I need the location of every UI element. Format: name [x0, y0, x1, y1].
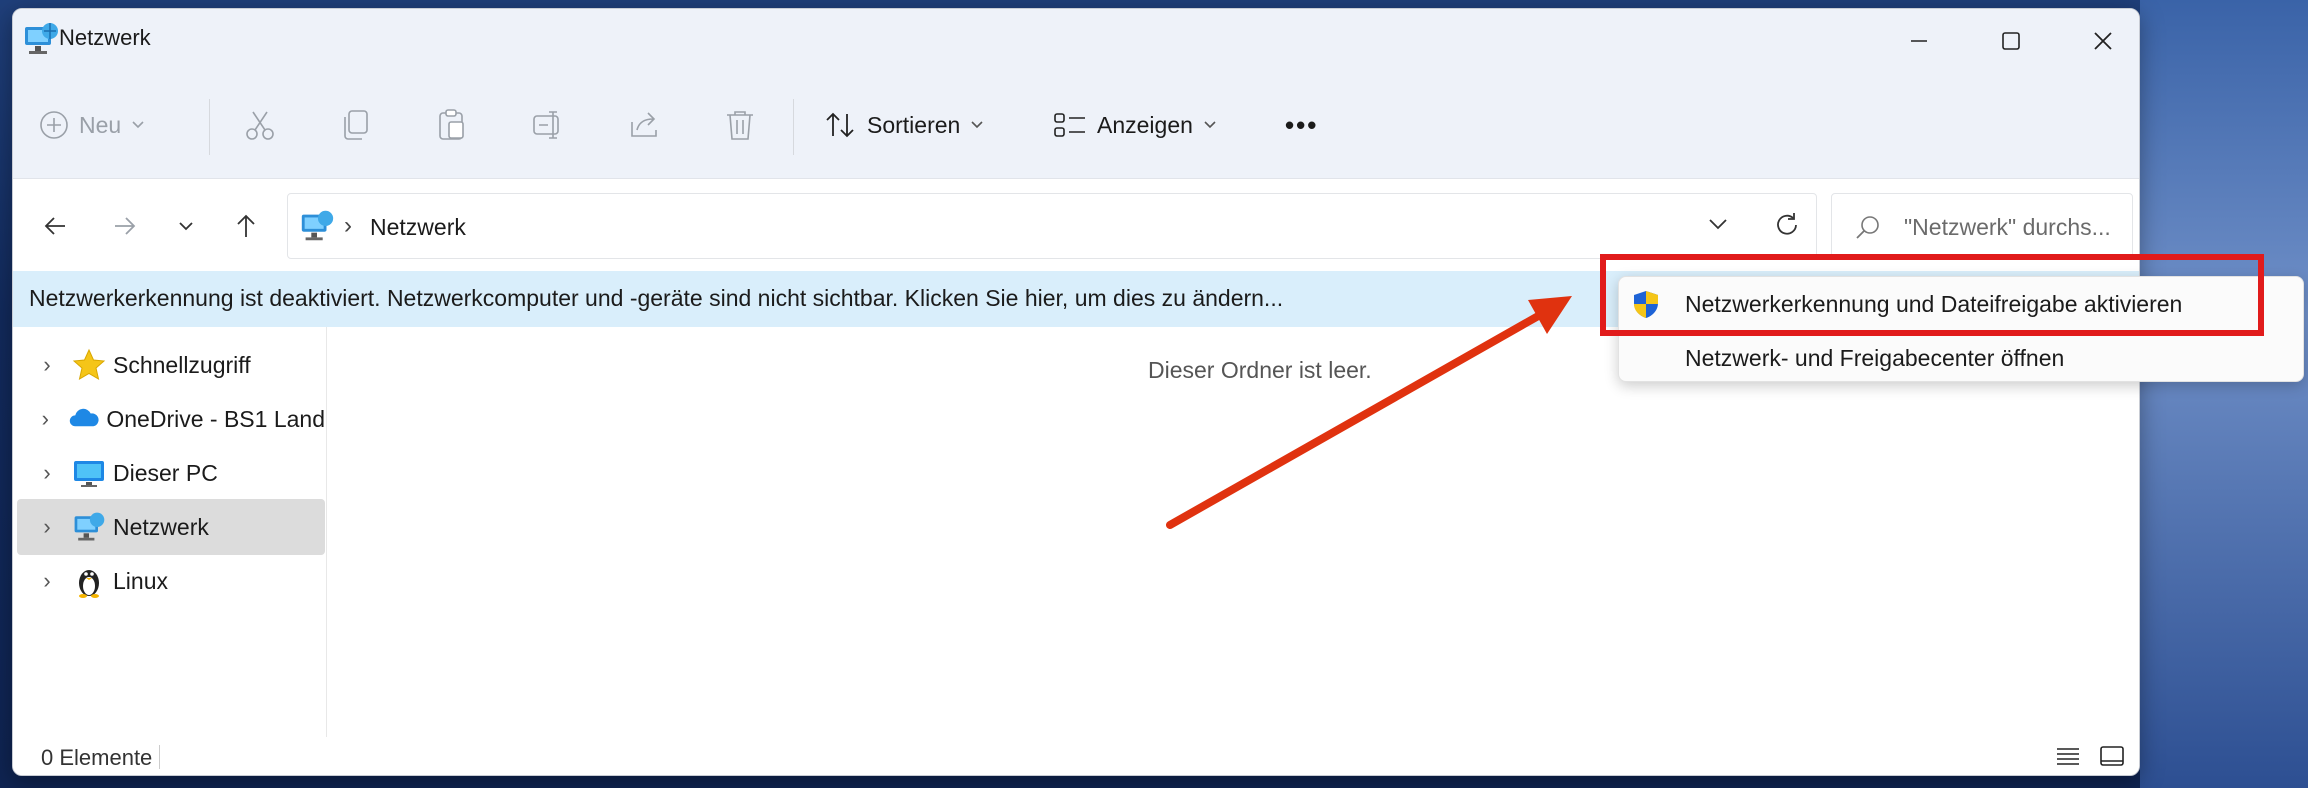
network-icon [25, 23, 58, 54]
sidebar-item-linux[interactable]: › Linux [17, 553, 325, 609]
copy-icon [344, 110, 368, 140]
expand-chevron-icon[interactable]: › [29, 568, 65, 594]
up-button[interactable] [223, 203, 269, 249]
sidebar-item-label: Schnellzugriff [113, 351, 251, 378]
large-icons-view-icon[interactable] [2097, 743, 2127, 771]
minimize-icon [1911, 40, 1927, 42]
plus-circle-icon [40, 111, 68, 139]
navigation-pane: › Schnellzugriff › OneDrive - BS1 Land ›… [13, 327, 327, 737]
arrow-right-icon [115, 217, 136, 235]
sidebar-item-this-pc[interactable]: › Dieser PC [17, 445, 325, 501]
view-layout-icon [1054, 113, 1085, 137]
open-network-sharing-center-menu-item[interactable]: Netzwerk- und Freigabecenter öffnen [1619, 331, 2303, 383]
trash-icon [727, 111, 753, 140]
sidebar-item-label: Netzwerk [113, 513, 209, 540]
copy-button[interactable] [339, 101, 373, 149]
chevron-down-icon [179, 222, 193, 231]
recent-locations-button[interactable] [163, 203, 209, 249]
toolbar-divider [209, 99, 210, 155]
sort-button-label: Sortieren [867, 111, 961, 138]
expand-chevron-icon[interactable]: › [29, 460, 65, 486]
chevron-down-icon [971, 121, 983, 129]
more-options-button[interactable]: ••• [1285, 101, 1318, 149]
network-icon [74, 512, 105, 541]
title-bar: Netzwerk [13, 9, 2139, 73]
share-icon [631, 112, 657, 137]
chevron-down-icon [132, 121, 144, 129]
chevron-down-icon [1204, 121, 1216, 129]
breadcrumb-item[interactable]: Netzwerk [370, 214, 466, 241]
sidebar-item-label: Linux [113, 567, 168, 594]
breadcrumb-separator: › [344, 212, 352, 239]
address-bar[interactable]: › Netzwerk [287, 193, 1817, 259]
search-input[interactable]: "Netzwerk" durchs... [1831, 193, 2133, 259]
sidebar-item-quick-access[interactable]: › Schnellzugriff [17, 337, 325, 393]
toolbar-divider [793, 99, 794, 155]
infobar-text: Netzwerkerkennung ist deaktiviert. Netzw… [29, 285, 1284, 311]
search-icon [1856, 216, 1879, 239]
clipboard-icon [439, 109, 464, 140]
command-bar: Neu Sortieren Anzeigen ••• [13, 73, 2139, 179]
menu-item-label: Netzwerk- und Freigabecenter öffnen [1685, 345, 2065, 371]
file-explorer-window: Netzwerk Neu Sortieren Anzeigen ••• › Ne… [12, 8, 2140, 776]
scissors-icon [246, 111, 274, 140]
sort-icon [826, 112, 854, 138]
sidebar-item-label: Dieser PC [113, 459, 218, 486]
forward-button[interactable] [101, 203, 147, 249]
network-icon [301, 210, 334, 241]
new-button-label: Neu [79, 111, 122, 138]
expand-chevron-icon[interactable]: › [29, 406, 62, 432]
minimize-button[interactable] [1873, 9, 1965, 73]
details-view-icon[interactable] [2053, 743, 2083, 771]
refresh-icon[interactable] [1772, 210, 1802, 240]
maximize-icon [2002, 32, 2020, 50]
penguin-icon [79, 570, 99, 598]
view-button-label: Anzeigen [1097, 111, 1193, 138]
status-bar: 0 Elemente [13, 737, 2139, 775]
cloud-icon [69, 408, 99, 427]
back-button[interactable] [33, 203, 79, 249]
chevron-down-icon[interactable] [1706, 212, 1730, 236]
cut-button[interactable] [243, 101, 277, 149]
close-button[interactable] [2057, 9, 2139, 73]
share-button[interactable] [627, 101, 661, 149]
view-button[interactable]: Anzeigen [1053, 101, 1217, 149]
maximize-button[interactable] [1965, 9, 2057, 73]
empty-folder-message: Dieser Ordner ist leer. [1148, 357, 1372, 383]
sidebar-item-label: OneDrive - BS1 Land [106, 405, 325, 432]
rename-icon [533, 111, 559, 139]
close-icon [2094, 32, 2112, 50]
more-options-icon: ••• [1285, 109, 1319, 140]
status-divider [159, 745, 160, 769]
sidebar-item-network[interactable]: › Netzwerk [17, 499, 325, 555]
file-list-area[interactable]: Dieser Ordner ist leer. [328, 327, 2139, 737]
paste-button[interactable] [435, 101, 469, 149]
desktop-background [2140, 0, 2308, 788]
delete-button[interactable] [723, 101, 757, 149]
expand-chevron-icon[interactable]: › [29, 514, 65, 540]
rename-button[interactable] [531, 101, 565, 149]
window-title: Netzwerk [59, 25, 151, 50]
expand-chevron-icon[interactable]: › [29, 352, 65, 378]
item-count: 0 Elemente [41, 745, 153, 770]
monitor-icon [74, 461, 104, 487]
highlight-annotation-box [1600, 254, 2264, 336]
sort-button[interactable]: Sortieren [825, 101, 984, 149]
search-placeholder: "Netzwerk" durchs... [1904, 214, 2111, 240]
sidebar-item-onedrive[interactable]: › OneDrive - BS1 Land [17, 391, 325, 447]
star-icon [72, 348, 106, 381]
arrow-left-icon [44, 217, 65, 235]
arrow-up-icon [237, 214, 255, 237]
new-button[interactable]: Neu [39, 101, 145, 149]
